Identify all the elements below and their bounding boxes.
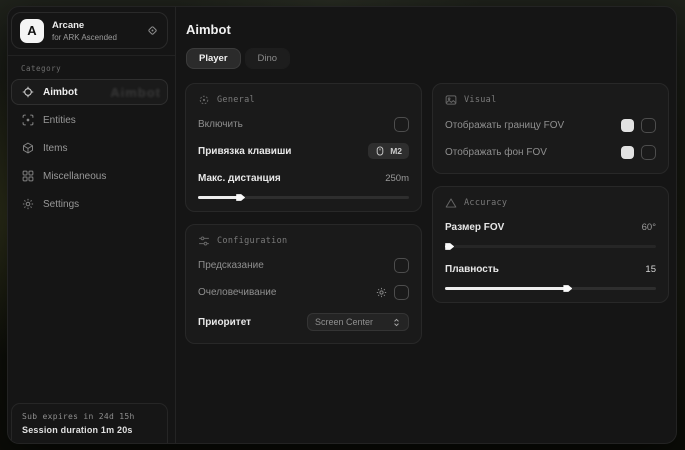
fov-fill-checkbox[interactable]: [641, 145, 656, 160]
max-distance-slider[interactable]: [198, 196, 409, 199]
card-title: Configuration: [217, 236, 287, 246]
keybind-label: Привязка клавиши: [198, 146, 291, 157]
fov-outline-color-swatch[interactable]: [621, 119, 634, 132]
sidebar-item-entities[interactable]: Entities: [11, 107, 168, 133]
fov-size-slider[interactable]: [445, 245, 656, 248]
fov-fill-color-swatch[interactable]: [621, 146, 634, 159]
slider-fill: [445, 287, 567, 290]
brand-text: Arcane for ARK Ascended: [52, 20, 117, 42]
focus-icon: [198, 94, 210, 106]
humanization-label: Очеловечивание: [198, 287, 276, 298]
fov-size-value: 60°: [642, 222, 656, 233]
main-panel: Aimbot Player Dino General: [177, 7, 676, 443]
subscription-footer: Sub expires in 24d 15h Session duration …: [11, 403, 168, 444]
keybind-value: M2: [390, 146, 402, 156]
page-title: Aimbot: [186, 22, 231, 37]
arcane-window: A Arcane for ARK Ascended Category: [7, 6, 677, 444]
triangle-icon: [445, 197, 457, 209]
session-duration-text: Session duration 1m 20s: [22, 425, 157, 435]
configuration-card-header: Configuration: [198, 235, 409, 247]
configuration-card: Configuration Предсказание Очеловечивани…: [185, 224, 422, 344]
tab-dino[interactable]: Dino: [245, 48, 291, 69]
keybind-button[interactable]: M2: [368, 143, 409, 159]
humanization-checkbox[interactable]: [394, 285, 409, 300]
image-icon: [445, 94, 457, 106]
gear-icon: [22, 198, 34, 210]
grid-icon: [22, 170, 34, 182]
sidebar-item-label: Miscellaneous: [43, 171, 106, 182]
sidebar-item-miscellaneous[interactable]: Miscellaneous: [11, 163, 168, 189]
sidebar-item-label: Settings: [43, 199, 79, 210]
general-card-header: General: [198, 94, 409, 106]
fov-fill-controls: [621, 145, 656, 160]
max-distance-value: 250m: [385, 173, 409, 184]
left-column: General Включить Привязка клавиши: [185, 83, 422, 356]
fov-outline-label: Отображать границу FOV: [445, 120, 564, 131]
box-icon: [22, 142, 34, 154]
smoothness-label: Плавность: [445, 264, 499, 275]
visual-card-header: Visual: [445, 94, 656, 106]
aimbot-watermark: Aimbot: [110, 85, 161, 100]
humanization-controls: [376, 285, 409, 300]
card-title: General: [217, 95, 255, 105]
fov-fill-label: Отображать фон FOV: [445, 147, 547, 158]
sidebar-item-label: Entities: [43, 115, 76, 126]
priority-selected-value: Screen Center: [315, 317, 373, 327]
scan-icon: [22, 114, 34, 126]
humanization-settings-icon[interactable]: [376, 287, 387, 298]
diamond-target-icon[interactable]: [146, 24, 159, 37]
sub-expires-text: Sub expires in 24d 15h: [22, 412, 157, 421]
priority-label: Приоритет: [198, 317, 251, 328]
general-card: General Включить Привязка клавиши: [185, 83, 422, 212]
sidebar-item-label: Items: [43, 143, 67, 154]
enable-label: Включить: [198, 119, 243, 130]
visual-card: Visual Отображать границу FOV Отображать…: [432, 83, 669, 174]
sidebar-item-aimbot[interactable]: Aimbot Aimbot: [11, 79, 168, 105]
category-label: Category: [8, 55, 175, 77]
brand-title: Arcane: [52, 20, 117, 31]
card-title: Visual: [464, 95, 497, 105]
prediction-checkbox[interactable]: [394, 258, 409, 273]
chevrons-up-down-icon: [392, 318, 401, 327]
sidebar-item-label: Aimbot: [43, 87, 77, 98]
tab-bar: Player Dino: [186, 48, 290, 69]
brand-subtitle: for ARK Ascended: [52, 33, 117, 42]
sidebar-nav: Aimbot Aimbot Entities: [8, 77, 175, 217]
smoothness-value: 15: [645, 264, 656, 275]
accuracy-card-header: Accuracy: [445, 197, 656, 209]
enable-checkbox[interactable]: [394, 117, 409, 132]
tab-player[interactable]: Player: [186, 48, 241, 69]
slider-fill: [198, 196, 240, 199]
slider-fill: [445, 245, 449, 248]
mouse-icon: [375, 146, 385, 156]
right-column: Visual Отображать границу FOV Отображать…: [432, 83, 669, 315]
crosshair-icon: [22, 86, 34, 98]
game-background: A Arcane for ARK Ascended Category: [0, 0, 685, 450]
accuracy-card: Accuracy Размер FOV 60° Плавность 15: [432, 186, 669, 303]
max-distance-label: Макс. дистанция: [198, 173, 281, 184]
sidebar: A Arcane for ARK Ascended Category: [8, 7, 176, 443]
sidebar-item-settings[interactable]: Settings: [11, 191, 168, 217]
priority-select[interactable]: Screen Center: [307, 313, 409, 331]
sidebar-item-items[interactable]: Items: [11, 135, 168, 161]
brand-card: A Arcane for ARK Ascended: [11, 12, 168, 49]
smoothness-slider[interactable]: [445, 287, 656, 290]
card-title: Accuracy: [464, 198, 507, 208]
sliders-icon: [198, 235, 210, 247]
prediction-label: Предсказание: [198, 260, 264, 271]
fov-outline-controls: [621, 118, 656, 133]
arcane-logo: A: [20, 19, 44, 43]
fov-outline-checkbox[interactable]: [641, 118, 656, 133]
fov-size-label: Размер FOV: [445, 222, 504, 233]
